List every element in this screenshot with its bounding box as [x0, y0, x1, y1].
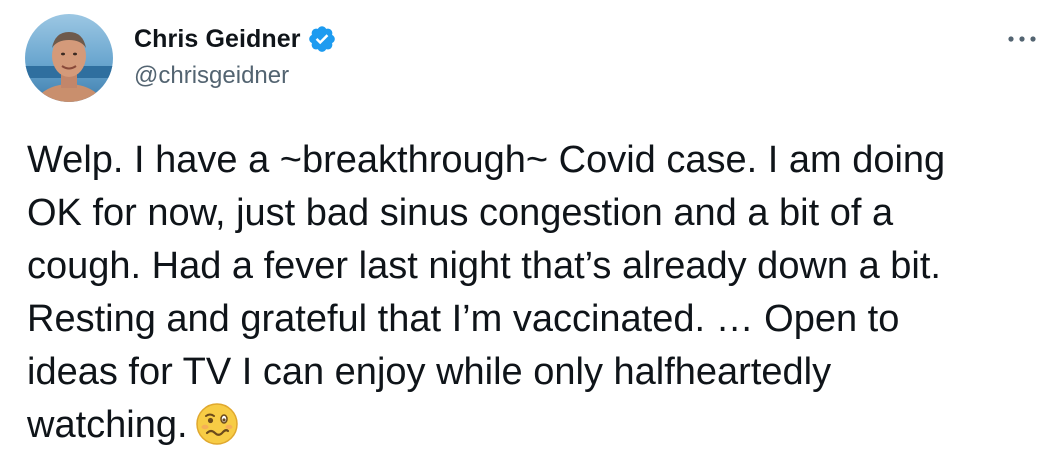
tweet-text-line: Resting and grateful that I’m vaccinated… — [27, 298, 900, 340]
author-name-row[interactable]: Chris Geidner — [134, 24, 337, 54]
verified-badge-icon — [307, 24, 337, 54]
tweet-text-line: OK for now, just bad sinus congestion an… — [27, 192, 894, 234]
author-handle[interactable]: @chrisgeidner — [134, 62, 289, 90]
woozy-face-emoji-icon — [194, 401, 240, 447]
tweet-text-line: ideas for TV I can enjoy while only half… — [27, 351, 832, 393]
tweet-card: Chris Geidner @chrisgeidner Welp. I have… — [0, 0, 1056, 446]
display-name[interactable]: Chris Geidner — [134, 25, 301, 54]
tweet-text-last-line: watching. — [27, 399, 1037, 452]
more-options-icon — [1008, 36, 1036, 42]
more-options-button[interactable] — [1004, 24, 1040, 54]
tweet-text: Welp. I have a ~breakthrough~ Covid case… — [27, 134, 1037, 452]
tweet-text-line: Welp. I have a ~breakthrough~ Covid case… — [27, 139, 946, 181]
profile-photo-icon — [25, 14, 113, 102]
tweet-text-line: cough. Had a fever last night that’s alr… — [27, 245, 941, 287]
avatar[interactable] — [25, 14, 113, 102]
